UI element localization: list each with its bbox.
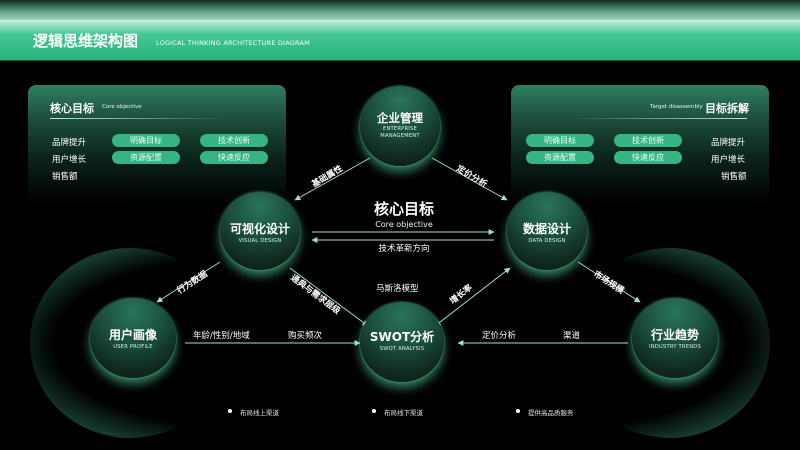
center-model-label: 马斯洛模型 <box>376 284 419 294</box>
edge-label-user-swot: 购买频次 <box>288 331 323 341</box>
legend-bullet <box>516 409 520 413</box>
node-en-label: DATA DESIGN <box>528 238 566 244</box>
edge-label-industry-swot: 定价分析 <box>482 331 517 341</box>
node-label: 企业管理 <box>377 111 423 125</box>
node-label: 用户画像 <box>108 328 157 342</box>
node-industry-trends: 行业趋势 INDUSTRY TRENDS <box>632 298 718 378</box>
node-label: 可视化设计 <box>229 222 290 236</box>
legend-bullet <box>228 409 232 413</box>
node-enterprise-management: 企业管理 ENTERPRISE MANAGEMENT <box>360 86 440 166</box>
node-en-label: USER PROFILE <box>113 344 153 350</box>
legend-bullet <box>372 409 376 413</box>
node-label: SWOT分析 <box>369 330 435 344</box>
node-visual-design: 可视化设计 VISUAL DESIGN <box>220 192 300 270</box>
node-swot-analysis: SWOT分析 SWOT ANALYSIS <box>360 302 444 382</box>
legend-item: 布局线下渠道 <box>384 409 423 417</box>
edge-label-user-swot: 年龄/性别/地域 <box>193 331 250 341</box>
node-label: 数据设计 <box>522 222 571 236</box>
node-en-label: INDUSTRY TRENDS <box>649 344 701 350</box>
node-user-profile: 用户画像 USER PROFILE <box>90 298 176 378</box>
legend-item: 布局线上渠道 <box>240 409 279 417</box>
legend-item: 提供高品质服务 <box>528 409 574 417</box>
center-title: 核心目标 <box>373 200 434 218</box>
node-data-design: 数据设计 DATA DESIGN <box>507 192 587 270</box>
edge-label-industry-swot: 渠道 <box>563 331 581 341</box>
node-en-label: SWOT ANALYSIS <box>379 346 425 352</box>
node-en-label: ENTERPRISE MANAGEMENT <box>380 126 420 139</box>
diagram-canvas: 逻辑思维架构图 LOGICAL THINKING ARCHITECTURE DI… <box>0 0 800 450</box>
center-subtitle: Core objective <box>375 220 433 229</box>
center-tech-direction: 技术革新方向 <box>378 244 430 254</box>
node-en-label: VISUAL DESIGN <box>238 238 282 244</box>
node-label: 行业趋势 <box>650 328 699 342</box>
